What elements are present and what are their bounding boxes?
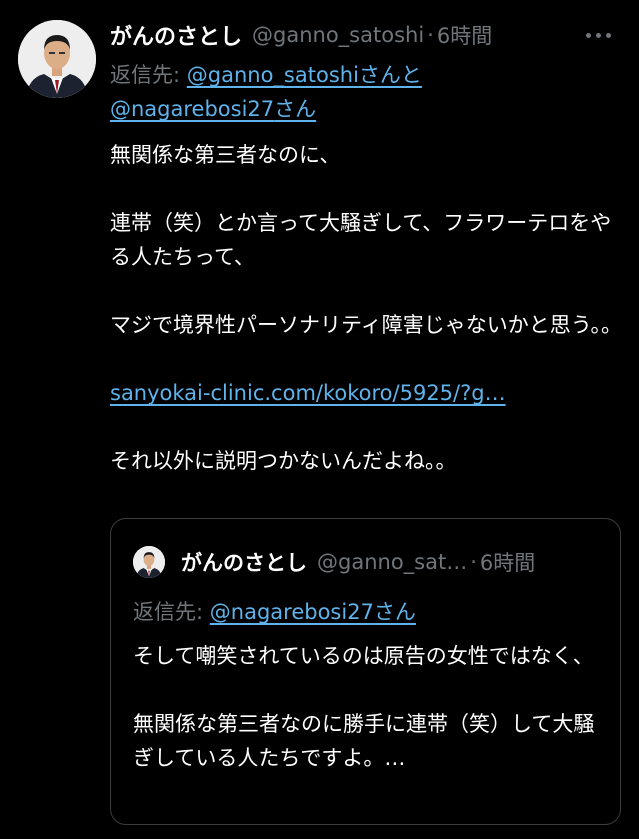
reply-to: 返信先: @ganno_satoshiさんと @nagarebosi27さん xyxy=(110,58,590,126)
tweet-text-line: 連帯（笑）とか言って大騒ぎして、フラワーテロをやる人たちって、 xyxy=(110,211,612,269)
quoted-reply-handle-link[interactable]: @nagarebosi27 xyxy=(210,600,374,624)
quoted-header: がんのさとし @ganno_sat… · 6時間 xyxy=(181,545,535,579)
quoted-author-avatar[interactable] xyxy=(133,546,165,578)
reply-to-suffix[interactable]: さん xyxy=(274,97,316,121)
more-dot xyxy=(585,32,591,38)
quoted-text-line: そして嘲笑されているのは原告の女性ではなく、 xyxy=(133,644,594,668)
quoted-author-name[interactable]: がんのさとし xyxy=(181,547,307,577)
more-horizontal-icon[interactable] xyxy=(579,22,617,48)
quoted-author-handle[interactable]: @ganno_sat… xyxy=(317,550,467,574)
tweet-text-line: 無関係な第三者なのに、 xyxy=(110,143,341,167)
author-name[interactable]: がんのさとし xyxy=(110,19,242,51)
quoted-reply-label: 返信先: xyxy=(133,600,210,624)
quoted-tweet[interactable]: がんのさとし @ganno_sat… · 6時間 返信先: @nagarebos… xyxy=(110,518,621,825)
reply-to-handle-link[interactable]: @nagarebosi27 xyxy=(110,97,274,121)
quoted-time-separator: · xyxy=(470,550,477,574)
time-separator: · xyxy=(427,23,434,47)
reply-to-handle-link[interactable]: @ganno_satoshi xyxy=(187,63,359,87)
tweet-time[interactable]: 6時間 xyxy=(437,20,492,50)
quoted-time[interactable]: 6時間 xyxy=(480,547,535,577)
quoted-text: そして嘲笑されているのは原告の女性ではなく、 無関係な第三者なのに勝手に連帯（笑… xyxy=(133,639,603,775)
tweet-text-line: それ以外に説明つかないんだよね。。 xyxy=(110,449,457,473)
author-avatar[interactable] xyxy=(18,20,96,98)
tweet[interactable]: がんのさとし @ganno_satoshi · 6時間 返信先: @ganno_… xyxy=(0,0,639,839)
quoted-reply-suffix[interactable]: さん xyxy=(374,600,416,624)
more-dot xyxy=(595,32,601,38)
tweet-header: がんのさとし @ganno_satoshi · 6時間 xyxy=(110,18,492,52)
reply-to-label: 返信先: xyxy=(110,63,187,87)
external-link[interactable]: sanyokai-clinic.com/kokoro/5925/?g… xyxy=(110,376,630,410)
more-dot xyxy=(605,32,611,38)
quoted-text-line: 無関係な第三者なのに勝手に連帯（笑）して大騒ぎしている人たちですよ。… xyxy=(133,712,595,770)
tweet-text-line: マジで境界性パーソナリティ障害じゃないかと思う。。 xyxy=(110,313,622,337)
quoted-reply-to: 返信先: @nagarebosi27さん xyxy=(133,595,416,629)
tweet-text: 無関係な第三者なのに、 連帯（笑）とか言って大騒ぎして、フラワーテロをやる人たち… xyxy=(110,138,630,478)
reply-to-join[interactable]: さんと xyxy=(359,63,422,87)
author-handle[interactable]: @ganno_satoshi xyxy=(252,23,424,47)
